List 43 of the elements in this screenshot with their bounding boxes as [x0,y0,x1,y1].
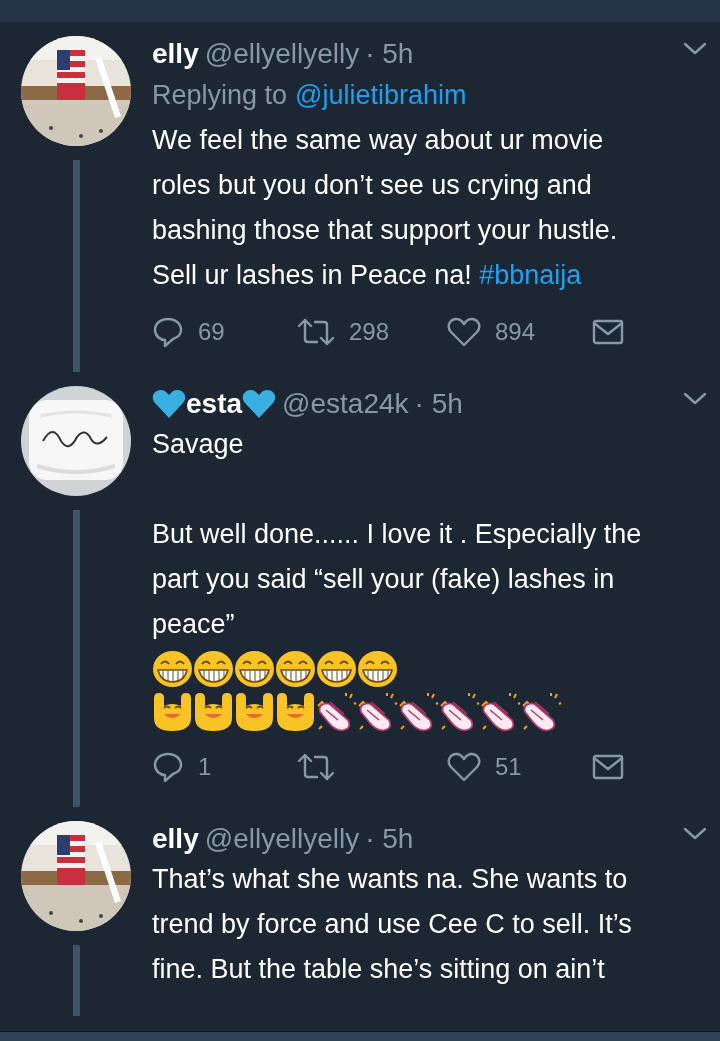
reply-count: 69 [198,318,225,346]
author-handle[interactable]: @ellyellyelly [204,821,360,857]
retweet-count: 298 [349,318,390,346]
tweet-time: · 5h [414,387,463,421]
retweet-icon[interactable] [297,752,335,782]
chevron-down-icon[interactable] [683,392,707,406]
raised-hands-face-icon [193,691,234,732]
heart-icon [152,389,186,419]
grinning-face-icon [152,649,193,688]
grinning-face-icon [234,649,275,688]
author-name[interactable]: elly [152,821,199,857]
author-handle[interactable]: @ellyellyelly [204,36,360,72]
tweet-text: Savage But well done...... I love it . Especially the part you said “sell your (fake) lashes in peace” [152,428,643,641]
raised-hands-face-icon [152,691,193,732]
grinning-face-icon [357,649,398,688]
tweet-time: · 5h [365,822,414,856]
reply-icon[interactable] [152,316,184,348]
like-count: 51 [495,753,522,781]
chevron-down-icon[interactable] [683,42,707,56]
like-count: 894 [495,318,536,346]
grinning-face-icon [193,649,234,688]
author-handle[interactable]: @esta24k [282,386,409,422]
heart-outline-icon[interactable] [447,317,481,347]
hashtag-link[interactable]: #bbnaija [479,260,582,290]
tweet-text: We feel the same way about ur movie roles but you don’t see us crying and bashing those that support your hustle. Sell ur lashes in Peace na! #bbnaija [152,124,619,292]
mention-link[interactable]: @julietibrahim [295,72,467,118]
raised-hands-face-icon [234,691,275,732]
grinning-face-icon [316,649,357,688]
mail-icon[interactable] [592,754,624,780]
mail-icon[interactable] [592,319,624,345]
heart-outline-icon[interactable] [447,752,481,782]
author-name[interactable]: esta [186,386,243,422]
author-name[interactable]: elly [152,36,199,72]
reply-count: 1 [198,753,212,781]
tweet-text: That’s what she wants na. She wants to trend by force and use Cee C to sell. It’s fine. But the table she’s sitting on ain’t [152,863,633,986]
tweet-time: · 5h [365,37,414,71]
replying-label: Replying to [152,79,288,112]
retweet-icon[interactable] [297,317,335,347]
chevron-down-icon[interactable] [683,827,707,841]
grinning-face-icon [275,649,316,688]
heart-icon [242,389,277,419]
raised-hands-face-icon [275,691,316,732]
reply-icon[interactable] [152,751,184,783]
